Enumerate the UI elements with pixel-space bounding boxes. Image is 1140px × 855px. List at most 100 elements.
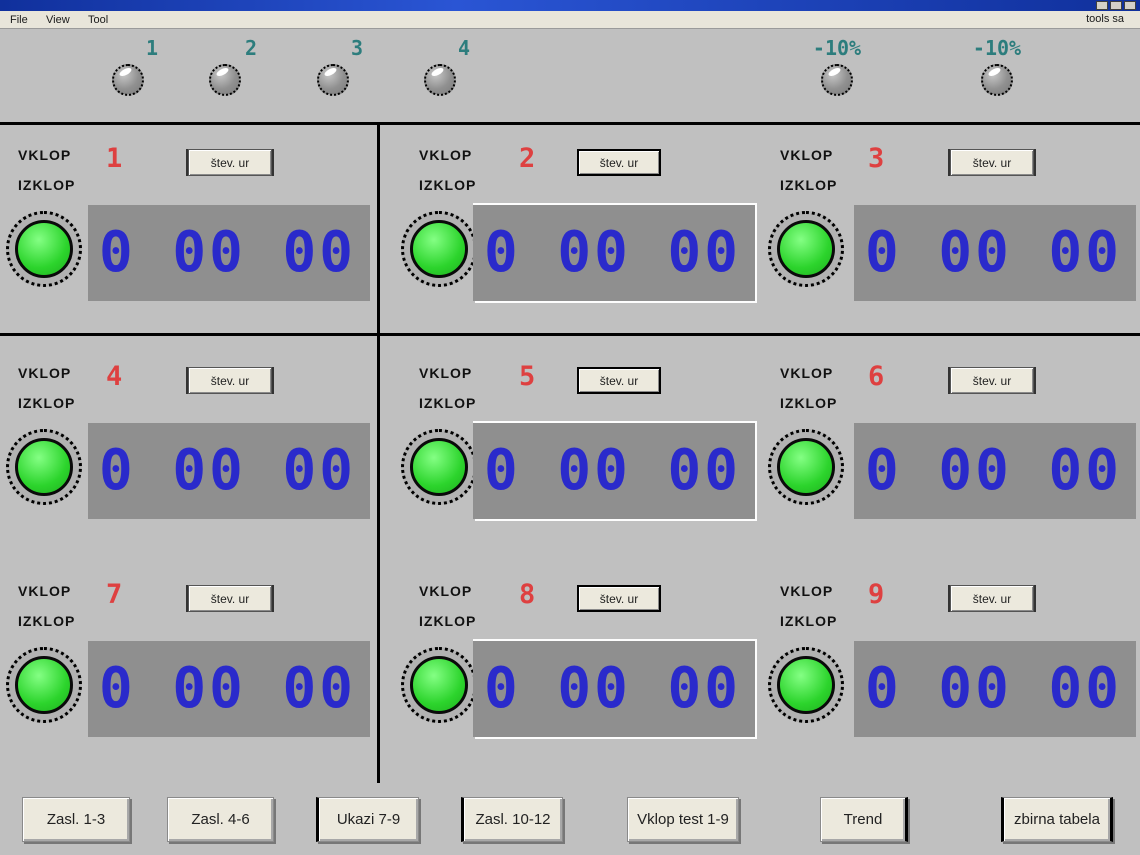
channel-number: 8 — [519, 579, 535, 610]
channel-panel-9: VKLOP IZKLOP 9 štev. ur 0 00 00 — [762, 563, 1140, 771]
counter-value: 0 00 00 — [99, 205, 356, 301]
counter-value: 0 00 00 — [484, 423, 741, 519]
menu-view[interactable]: View — [42, 13, 74, 27]
counter-value: 0 00 00 — [865, 641, 1122, 737]
counter-value: 0 00 00 — [484, 205, 741, 301]
onoff-lamp[interactable] — [401, 211, 477, 287]
indicator-label-4: 4 — [424, 36, 504, 60]
vklop-label: VKLOP — [18, 147, 71, 163]
lamp-green-core — [15, 220, 73, 278]
vklop-label: VKLOP — [419, 583, 472, 599]
onoff-lamp[interactable] — [401, 647, 477, 723]
channel-panel-3: VKLOP IZKLOP 3 štev. ur 0 00 00 — [762, 127, 1140, 335]
hour-counter-button[interactable]: štev. ur — [950, 367, 1034, 394]
divider-horizontal-top — [0, 122, 1140, 125]
lamp-green-core — [777, 656, 835, 714]
vklop-label: VKLOP — [780, 365, 833, 381]
channel-number: 9 — [868, 579, 884, 610]
summary-table-button[interactable]: zbirna tabela — [1001, 797, 1113, 842]
channel-panel-7: VKLOP IZKLOP 7 štev. ur 0 00 00 — [0, 563, 378, 771]
vklop-label: VKLOP — [419, 365, 472, 381]
screens-10-12-button[interactable]: Zasl. 10-12 — [461, 797, 563, 842]
hour-counter-button[interactable]: štev. ur — [577, 149, 661, 176]
izklop-label: IZKLOP — [780, 395, 837, 411]
minimize-icon[interactable] — [1096, 1, 1108, 10]
counter-display: 0 00 00 — [88, 205, 370, 301]
izklop-label: IZKLOP — [419, 395, 476, 411]
hour-counter-button[interactable]: štev. ur — [577, 367, 661, 394]
lamp-green-core — [777, 438, 835, 496]
izklop-label: IZKLOP — [419, 177, 476, 193]
title-bar — [0, 0, 1140, 11]
indicator-lamp-minus10-a — [821, 64, 853, 96]
channel-number: 5 — [519, 361, 535, 392]
onoff-lamp[interactable] — [6, 429, 82, 505]
menu-file[interactable]: File — [6, 13, 32, 27]
channel-panel-2: VKLOP IZKLOP 2 štev. ur 0 00 00 — [381, 127, 759, 335]
izklop-label: IZKLOP — [780, 177, 837, 193]
menu-right-text: tools sa — [1086, 13, 1124, 25]
lamp-green-core — [15, 438, 73, 496]
indicator-label-1: 1 — [112, 36, 192, 60]
indicator-label-3: 3 — [317, 36, 397, 60]
vklop-label: VKLOP — [780, 583, 833, 599]
screens-1-3-button[interactable]: Zasl. 1-3 — [22, 797, 130, 842]
indicator-label-minus10-a: -10% — [797, 36, 877, 60]
counter-display: 0 00 00 — [473, 641, 755, 737]
lamp-green-core — [410, 220, 468, 278]
izklop-label: IZKLOP — [18, 395, 75, 411]
vklop-label: VKLOP — [419, 147, 472, 163]
counter-display: 0 00 00 — [854, 641, 1136, 737]
hour-counter-button[interactable]: štev. ur — [188, 367, 272, 394]
izklop-label: IZKLOP — [18, 613, 75, 629]
test-all-button[interactable]: Vklop test 1-9 — [627, 797, 739, 842]
channel-panel-4: VKLOP IZKLOP 4 štev. ur 0 00 00 — [0, 345, 378, 553]
hour-counter-button[interactable]: štev. ur — [950, 585, 1034, 612]
channel-number: 7 — [106, 579, 122, 610]
maximize-icon[interactable] — [1110, 1, 1122, 10]
onoff-lamp[interactable] — [768, 647, 844, 723]
counter-value: 0 00 00 — [99, 641, 356, 737]
indicator-label-minus10-b: -10% — [957, 36, 1037, 60]
counter-display: 0 00 00 — [473, 205, 755, 301]
channel-number: 2 — [519, 143, 535, 174]
channel-number: 3 — [868, 143, 884, 174]
counter-value: 0 00 00 — [484, 641, 741, 737]
izklop-label: IZKLOP — [18, 177, 75, 193]
indicator-lamp-2 — [209, 64, 241, 96]
hour-counter-button[interactable]: štev. ur — [188, 149, 272, 176]
hmi-screen: File View Tool tools sa 1 2 3 4 -10% -10… — [0, 0, 1140, 855]
lamp-green-core — [15, 656, 73, 714]
counter-value: 0 00 00 — [865, 423, 1122, 519]
onoff-lamp[interactable] — [6, 211, 82, 287]
indicator-lamp-1 — [112, 64, 144, 96]
trend-button[interactable]: Trend — [820, 797, 908, 842]
counter-display: 0 00 00 — [88, 423, 370, 519]
izklop-label: IZKLOP — [780, 613, 837, 629]
channel-panel-6: VKLOP IZKLOP 6 štev. ur 0 00 00 — [762, 345, 1140, 553]
hour-counter-button[interactable]: štev. ur — [188, 585, 272, 612]
indicator-label-2: 2 — [211, 36, 291, 60]
channel-panel-8: VKLOP IZKLOP 8 štev. ur 0 00 00 — [381, 563, 759, 771]
onoff-lamp[interactable] — [768, 429, 844, 505]
vklop-label: VKLOP — [18, 583, 71, 599]
onoff-lamp[interactable] — [401, 429, 477, 505]
hour-counter-button[interactable]: štev. ur — [577, 585, 661, 612]
close-icon[interactable] — [1124, 1, 1136, 10]
counter-display: 0 00 00 — [88, 641, 370, 737]
hour-counter-button[interactable]: štev. ur — [950, 149, 1034, 176]
counter-value: 0 00 00 — [99, 423, 356, 519]
counter-display: 0 00 00 — [854, 205, 1136, 301]
onoff-lamp[interactable] — [6, 647, 82, 723]
channel-panel-5: VKLOP IZKLOP 5 štev. ur 0 00 00 — [381, 345, 759, 553]
onoff-lamp[interactable] — [768, 211, 844, 287]
lamp-green-core — [410, 656, 468, 714]
counter-display: 0 00 00 — [854, 423, 1136, 519]
indicator-lamp-3 — [317, 64, 349, 96]
screens-4-6-button[interactable]: Zasl. 4-6 — [167, 797, 274, 842]
vklop-label: VKLOP — [780, 147, 833, 163]
indicator-lamp-4 — [424, 64, 456, 96]
commands-7-9-button[interactable]: Ukazi 7-9 — [316, 797, 419, 842]
channel-panel-1: VKLOP IZKLOP 1 štev. ur 0 00 00 — [0, 127, 378, 335]
menu-tool[interactable]: Tool — [84, 13, 112, 27]
